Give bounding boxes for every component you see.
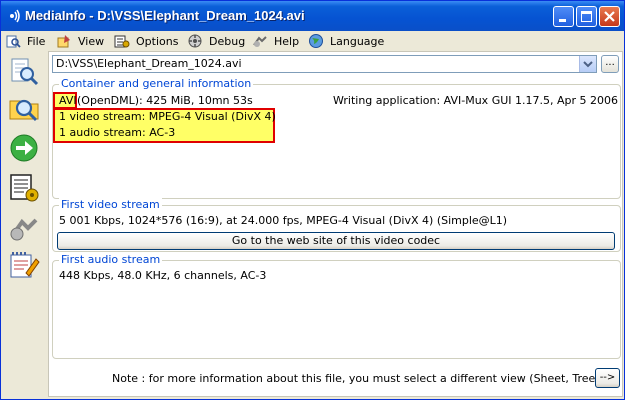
sidebar-open-folder[interactable] [7,91,41,125]
combo-dropdown-button[interactable] [579,56,596,72]
help-icon [253,36,267,47]
sidebar-next[interactable] [7,131,41,165]
audio-details: 448 Kbps, 48.0 KHz, 6 channels, AC-3 [59,269,267,282]
menu-view[interactable]: View [56,33,104,49]
sidebar-open-file[interactable] [7,55,41,89]
close-button[interactable] [599,6,620,27]
menu-view-label: View [78,34,105,48]
sidebar-about[interactable] [7,248,41,282]
globe-icon [309,34,323,48]
maximize-icon [581,11,592,22]
menu-language-label: Language [330,34,385,48]
menu-debug[interactable]: Debug [187,33,245,49]
magnifier-folder-icon [9,99,39,122]
debug-icon [188,34,202,48]
chevron-down-icon [583,61,593,68]
menu-file[interactable]: File [5,33,45,49]
audio-stream-group: First audio stream 448 Kbps, 48.0 KHz, 6… [52,253,621,359]
magnifier-file-icon [11,58,39,86]
menu-help-label: Help [274,34,300,48]
browse-button[interactable]: ... [601,55,619,73]
file-icon [6,35,21,48]
options-icon [114,35,130,48]
menu-options-label: Options [136,34,179,48]
window-title: MediaInfo - D:\VSS\Elephant_Dream_1024.a… [25,8,305,23]
main-content: D:\VSS\Elephant_Dream_1024.avi ... Conta… [48,51,623,397]
menu-debug-label: Debug [209,34,246,48]
sidebar [1,53,47,399]
help-tool-icon [10,218,38,241]
title-bar[interactable]: MediaInfo - D:\VSS\Elephant_Dream_1024.a… [1,1,624,31]
audio-stream-summary: 1 audio stream: AC-3 [59,126,176,139]
menu-help[interactable]: Help [252,33,299,49]
file-path-combobox[interactable]: D:\VSS\Elephant_Dream_1024.avi [52,55,597,73]
codec-website-button[interactable]: Go to the web site of this video codec [57,232,615,250]
video-stream-group: First video stream 5 001 Kbps, 1024*576 … [52,198,621,252]
arrow-right-icon [10,134,38,162]
audio-legend: First audio stream [59,253,163,266]
sidebar-help[interactable] [7,211,41,245]
menu-language[interactable]: Language [308,33,384,49]
next-view-button[interactable]: --> [595,368,620,388]
menu-file-label: File [27,34,46,48]
maximize-button[interactable] [576,6,597,27]
close-icon [604,11,615,22]
mediainfo-app-icon [10,9,20,23]
menu-options[interactable]: Options [114,33,178,49]
options-sheet-icon [10,174,39,202]
format-keyword: AVI [59,94,77,107]
format-details: (OpenDML): 425 MiB, 10mn 53s [77,94,253,107]
menu-bar: File View Options Debug Help Language [1,31,624,51]
video-legend: First video stream [59,198,162,211]
writing-application: Writing application: AVI-Mux GUI 1.17.5,… [333,94,619,107]
file-path-text: D:\VSS\Elephant_Dream_1024.avi [56,57,242,70]
footer-note: Note : for more information about this f… [112,372,611,385]
notepad-pencil-icon [10,252,40,278]
container-info-group: Container and general information AVI (O… [52,77,621,199]
video-details: 5 001 Kbps, 1024*576 (16:9), at 24.000 f… [59,214,508,227]
video-stream-summary: 1 video stream: MPEG-4 Visual (DivX 4) [59,110,276,123]
minimize-icon [559,19,566,22]
container-legend: Container and general information [59,77,254,90]
sidebar-options[interactable] [7,171,41,205]
minimize-button[interactable] [553,6,574,27]
view-icon [57,35,70,48]
mediainfo-window: MediaInfo - D:\VSS\Elephant_Dream_1024.a… [0,0,625,400]
